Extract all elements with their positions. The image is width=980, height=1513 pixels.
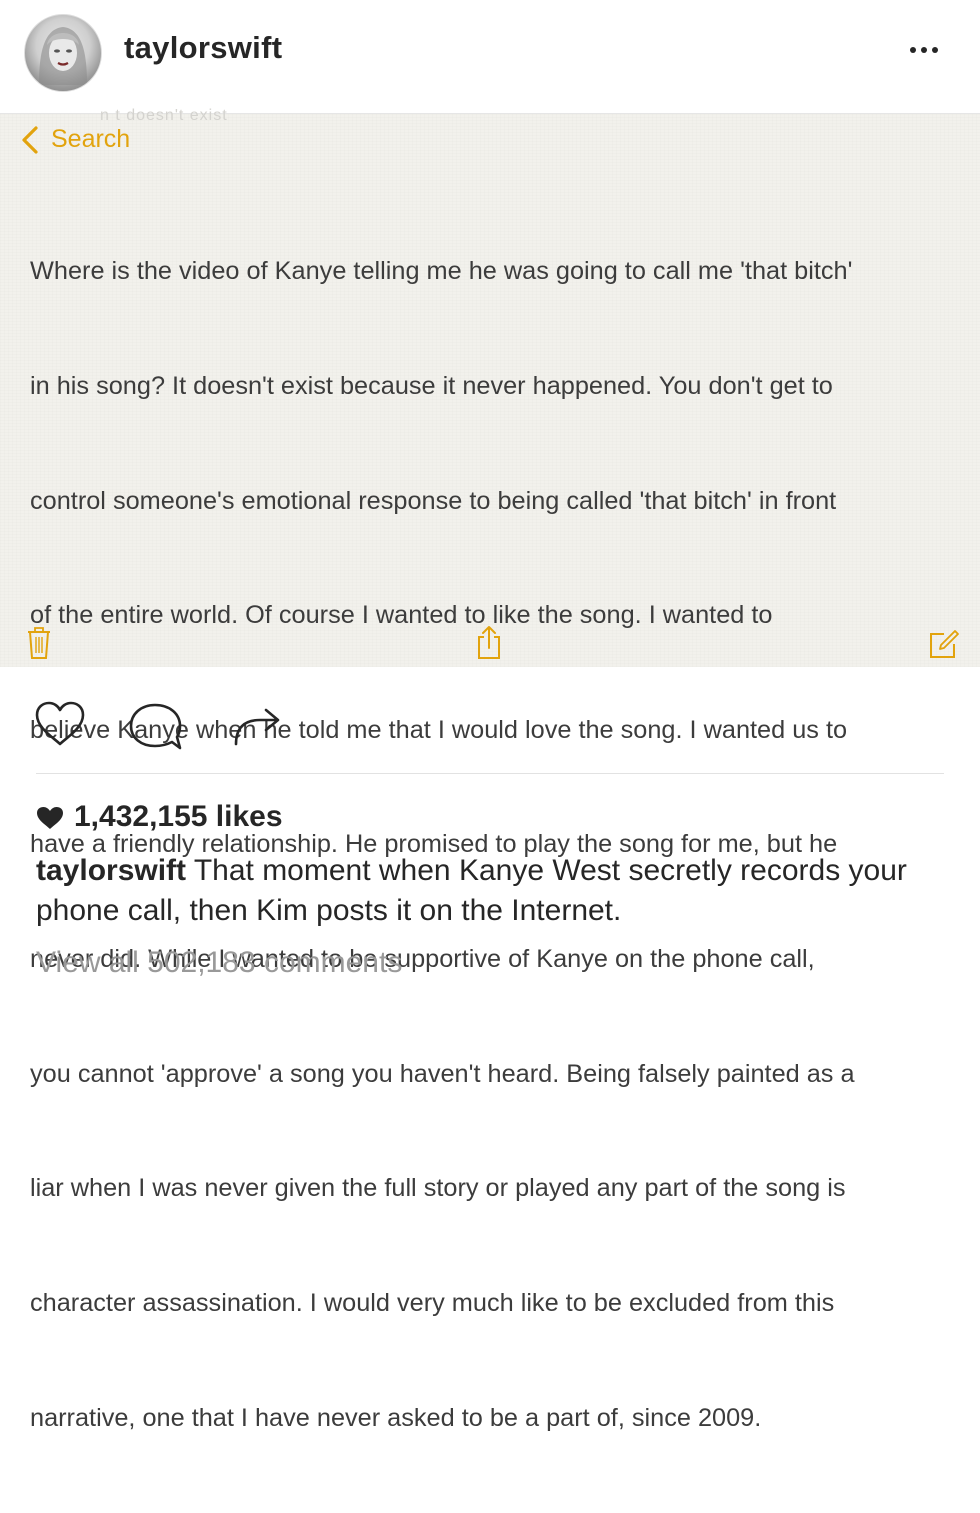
note-line: you cannot 'approve' a song you haven't …: [30, 1059, 855, 1088]
ellipsis-icon[interactable]: [910, 40, 950, 60]
note-line: control someone's emotional response to …: [30, 486, 837, 515]
note-line: Where is the video of Kanye telling me h…: [30, 257, 853, 286]
faded-header-text: n t doesn't exist: [100, 108, 228, 120]
action-bar: [0, 690, 980, 760]
caption-username[interactable]: taylorswift: [36, 854, 186, 887]
filled-heart-icon: [37, 807, 63, 829]
note-line: narrative, one that I have never asked t…: [30, 1403, 762, 1432]
note-line: character assassination. I would very mu…: [30, 1288, 835, 1317]
note-body: Where is the video of Kanye telling me h…: [30, 176, 960, 1513]
note-line: in his song? It doesn't exist because it…: [30, 372, 833, 401]
username[interactable]: taylorswift: [124, 30, 282, 66]
back-label: Search: [51, 125, 131, 153]
divider: [36, 773, 944, 774]
comment-icon[interactable]: [128, 702, 184, 750]
heart-icon[interactable]: [34, 700, 86, 748]
likes-text: 1,432,155 likes: [74, 800, 283, 833]
note-line: liar when I was never given the full sto…: [30, 1174, 846, 1203]
share-arrow-icon[interactable]: [226, 702, 286, 748]
caption: taylorswift That moment when Kanye West …: [36, 851, 956, 931]
view-comments-link[interactable]: View all 502,183 comments: [36, 943, 402, 983]
avatar[interactable]: [24, 14, 102, 92]
trash-icon[interactable]: [26, 626, 52, 660]
chevron-left-icon: [22, 126, 38, 154]
share-icon[interactable]: [476, 624, 502, 660]
post-image: n t doesn't exist Search Where is the vi…: [0, 108, 980, 1432]
compose-icon[interactable]: [928, 628, 960, 660]
post-header: taylorswift: [0, 0, 980, 112]
